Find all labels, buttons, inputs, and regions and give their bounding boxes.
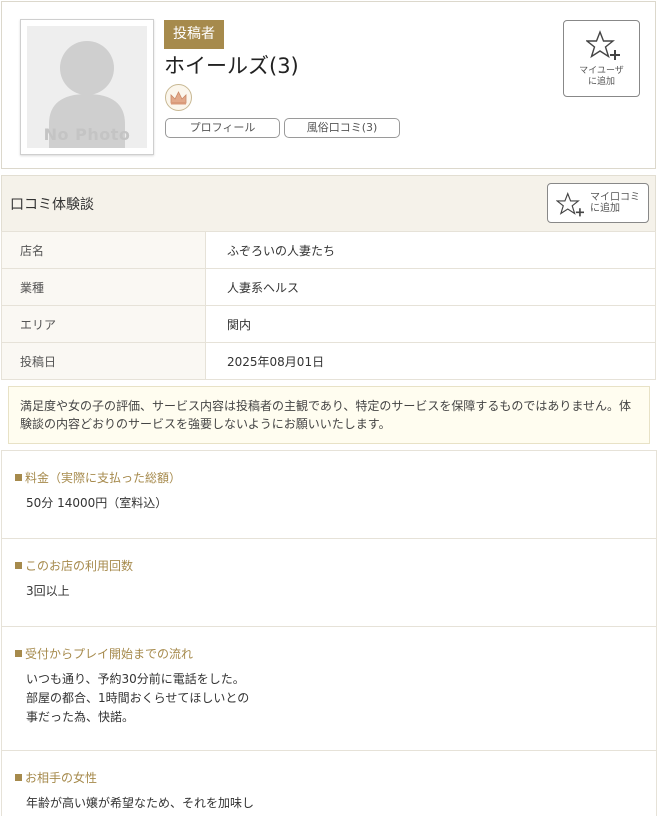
row-label: 店名	[1, 231, 206, 269]
review-partner-block: お相手の女性 年齢が高い嬢が希望なため、それを加味し	[1, 750, 656, 816]
add-my-user-label: マイユーザ に追加	[579, 66, 624, 87]
review-price-text: 50分 14000円（室料込）	[26, 496, 168, 510]
star-plus-icon	[556, 192, 584, 217]
review-price-label: 料金（実際に支払った総額）	[15, 469, 181, 486]
review-visits-block: このお店の利用回数 3回以上	[1, 538, 656, 626]
review-partner-label: お相手の女性	[15, 769, 97, 786]
table-row: 業種 人妻系ヘルス	[1, 268, 656, 306]
review-flow-text: いつも通り、予約30分前に電話をした。 部屋の都合、1時間おくらせてほしいとの …	[26, 672, 250, 724]
review-visits-label: このお店の利用回数	[15, 557, 133, 574]
add-my-kuchikomi-label: マイ口コミ に追加	[590, 192, 640, 214]
crown-icon	[165, 84, 192, 111]
row-label: エリア	[1, 305, 206, 343]
row-value: 関内	[205, 305, 656, 343]
review-visits-text: 3回以上	[26, 584, 70, 598]
review-price-block: 料金（実際に支払った総額） 50分 14000円（室料込）	[1, 450, 656, 538]
profile-card: No Photo 投稿者 ホイールズ(3) プロフィール 風俗口コミ(3) マイ…	[1, 1, 656, 169]
review-flow-block: 受付からプレイ開始までの流れ いつも通り、予約30分前に電話をした。 部屋の都合…	[1, 626, 656, 750]
add-my-user-button[interactable]: マイユーザ に追加	[563, 20, 640, 97]
review-flow-label: 受付からプレイ開始までの流れ	[15, 645, 193, 662]
review-partner-text: 年齢が高い嬢が希望なため、それを加味し	[26, 796, 255, 810]
table-row: エリア 関内	[1, 305, 656, 343]
no-photo-placeholder: No Photo	[27, 26, 147, 148]
disclaimer-notice: 満足度や女の子の評価、サービス内容は投稿者の主観であり、特定のサービスを保障する…	[8, 386, 650, 444]
row-value: 2025年08月01日	[205, 342, 656, 380]
shop-info-table: 店名 ふぞろいの人妻たち 業種 人妻系ヘルス エリア 関内 投稿日 2025年0…	[1, 231, 656, 380]
username: ホイールズ(3)	[164, 54, 299, 78]
table-row: 店名 ふぞろいの人妻たち	[1, 231, 656, 269]
role-badge: 投稿者	[164, 20, 224, 49]
add-my-kuchikomi-button[interactable]: マイ口コミ に追加	[547, 183, 649, 223]
no-photo-text: No Photo	[43, 125, 131, 144]
row-label: 投稿日	[1, 342, 206, 380]
row-value: 人妻系ヘルス	[205, 268, 656, 306]
row-label: 業種	[1, 268, 206, 306]
profile-button[interactable]: プロフィール	[165, 118, 280, 138]
star-plus-icon	[586, 30, 620, 60]
avatar: No Photo	[20, 19, 154, 155]
section-header: 口コミ体験談 マイ口コミ に追加	[1, 175, 656, 232]
table-row: 投稿日 2025年08月01日	[1, 342, 656, 380]
section-title: 口コミ体験談	[10, 197, 94, 213]
row-value: ふぞろいの人妻たち	[205, 231, 656, 269]
reviews-button[interactable]: 風俗口コミ(3)	[284, 118, 400, 138]
